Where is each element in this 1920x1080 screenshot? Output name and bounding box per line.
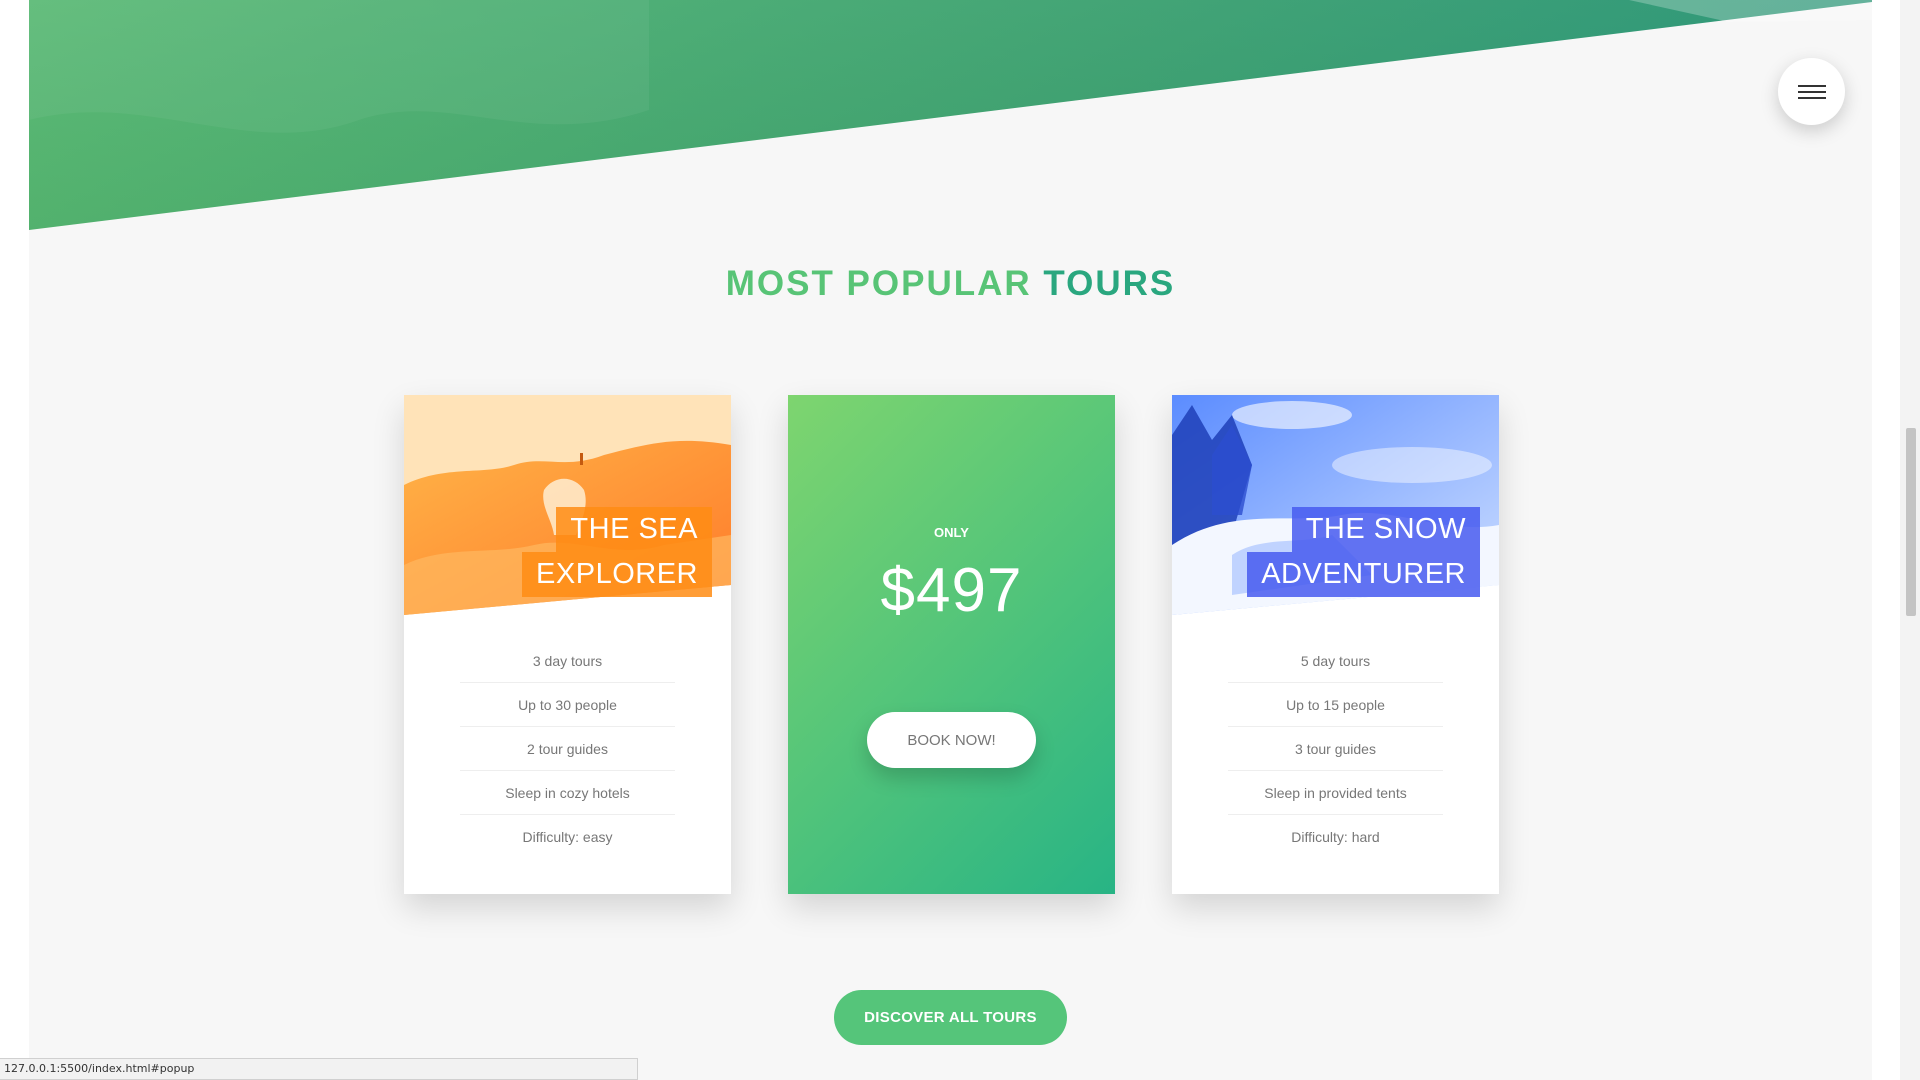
menu-button[interactable] [1778, 58, 1845, 125]
hamburger-menu-icon [1797, 84, 1826, 99]
price-value: $497 [880, 556, 1023, 625]
sea-explorer-title-line-1: THE SEA [556, 507, 712, 552]
detail-item: 5 day tours [1228, 639, 1443, 683]
detail-item: Up to 15 people [1228, 683, 1443, 727]
detail-item: Up to 30 people [460, 683, 675, 727]
heading-part-2: TOURS [1043, 264, 1176, 303]
tour-card-snow-adventurer[interactable]: THE SNOW ADVENTURER 5 day tours Up to 15… [1172, 395, 1499, 894]
detail-item: Difficulty: easy [522, 829, 613, 845]
sea-explorer-title-line-2: EXPLORER [522, 552, 712, 597]
snow-adventurer-title: THE SNOW ADVENTURER [1247, 507, 1480, 597]
detail-item: Sleep in provided tents [1228, 771, 1443, 815]
scrollbar-thumb[interactable] [1906, 428, 1916, 616]
sea-explorer-details: 3 day tours Up to 30 people 2 tour guide… [460, 639, 675, 859]
tour-card-price: ONLY $497 BOOK NOW! [788, 395, 1115, 894]
detail-item: 3 tour guides [1228, 727, 1443, 771]
browser-page: MOST POPULAR TOURS THE SEA EXPLORER 3 da… [0, 0, 1920, 1080]
hero-band [29, 0, 1872, 230]
page-viewport: MOST POPULAR TOURS THE SEA EXPLORER 3 da… [29, 0, 1872, 1080]
detail-item: 2 tour guides [460, 727, 675, 771]
sea-explorer-title: THE SEA EXPLORER [522, 507, 712, 597]
price-only-label: ONLY [934, 525, 969, 540]
detail-item: 3 day tours [460, 639, 675, 683]
book-now-button[interactable]: BOOK NOW! [867, 712, 1036, 768]
snow-adventurer-title-line-2: ADVENTURER [1247, 552, 1480, 597]
status-bar-url: 127.0.0.1:5500/index.html#popup [0, 1058, 638, 1080]
detail-item: Sleep in cozy hotels [460, 771, 675, 815]
tour-card-sea-explorer[interactable]: THE SEA EXPLORER 3 day tours Up to 30 pe… [404, 395, 731, 894]
heading-part-1: MOST POPULAR [725, 264, 1032, 303]
discover-all-tours-button[interactable]: DISCOVER ALL TOURS [834, 990, 1067, 1045]
snow-adventurer-details: 5 day tours Up to 15 people 3 tour guide… [1228, 639, 1443, 859]
section-heading: MOST POPULAR TOURS [29, 264, 1872, 304]
snow-adventurer-title-line-1: THE SNOW [1291, 507, 1480, 552]
detail-item: Difficulty: hard [1291, 829, 1380, 845]
